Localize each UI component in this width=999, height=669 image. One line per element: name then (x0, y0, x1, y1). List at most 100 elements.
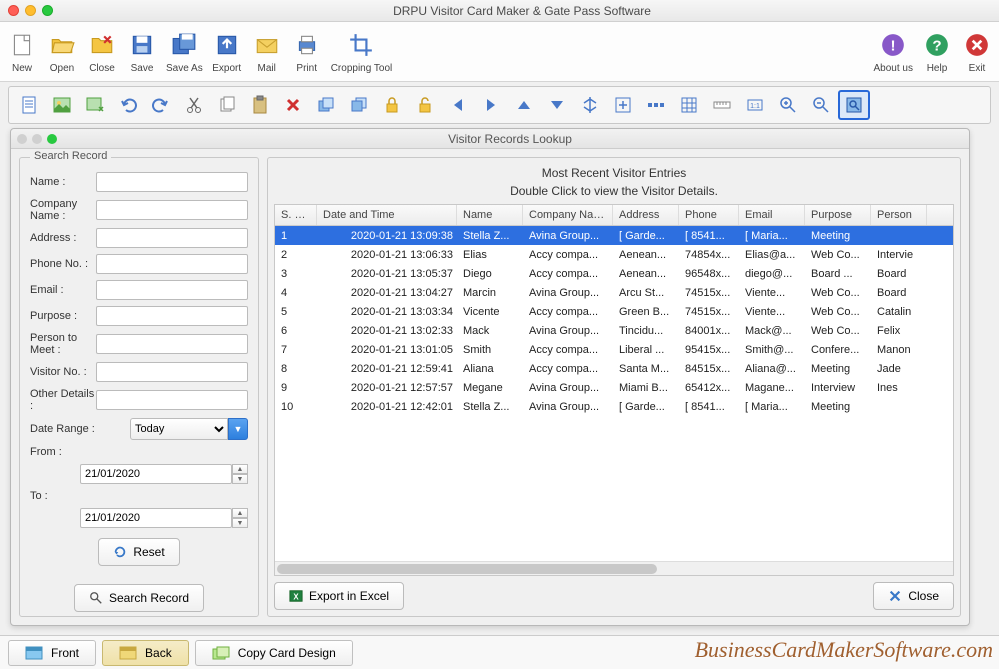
app-title: DRPU Visitor Card Maker & Gate Pass Soft… (53, 4, 991, 18)
print-button[interactable]: Print (291, 29, 323, 74)
exit-icon (961, 29, 993, 61)
table-row[interactable]: 32020-01-21 13:05:37DiegoAccy compa...Ae… (275, 264, 953, 283)
to-step-down-icon[interactable]: ▼ (232, 518, 248, 528)
visitor-no-input[interactable] (96, 362, 248, 382)
tool-image-icon[interactable] (46, 90, 78, 120)
tool-lock-icon[interactable] (376, 90, 408, 120)
sub-maximize-icon[interactable] (47, 134, 57, 144)
new-button[interactable]: New (6, 29, 38, 74)
close-window-icon[interactable] (8, 5, 19, 16)
tool-redo-icon[interactable] (145, 90, 177, 120)
sub-close-icon[interactable] (17, 134, 27, 144)
minimize-window-icon[interactable] (25, 5, 36, 16)
to-step-up-icon[interactable]: ▲ (232, 508, 248, 518)
name-input[interactable] (96, 172, 248, 192)
sub-minimize-icon[interactable] (32, 134, 42, 144)
col-phone[interactable]: Phone (679, 205, 739, 225)
purpose-input[interactable] (96, 306, 248, 326)
address-label: Address : (30, 232, 96, 244)
col-email[interactable]: Email (739, 205, 805, 225)
table-row[interactable]: 12020-01-21 13:09:38Stella Z...Avina Gro… (275, 226, 953, 245)
search-panel: Search Record Name : Company Name : Addr… (19, 157, 259, 617)
address-input[interactable] (96, 228, 248, 248)
table-row[interactable]: 92020-01-21 12:57:57MeganeAvina Group...… (275, 378, 953, 397)
tool-zoom-in-icon[interactable] (772, 90, 804, 120)
table-row[interactable]: 82020-01-21 12:59:41AlianaAccy compa...S… (275, 359, 953, 378)
col-sno[interactable]: S. No. (275, 205, 317, 225)
save-button[interactable]: Save (126, 29, 158, 74)
tool-arrow-up-icon[interactable] (508, 90, 540, 120)
col-name[interactable]: Name (457, 205, 523, 225)
tool-cut-icon[interactable] (178, 90, 210, 120)
mail-button[interactable]: Mail (251, 29, 283, 74)
from-step-down-icon[interactable]: ▼ (232, 474, 248, 484)
tool-unlock-icon[interactable] (409, 90, 441, 120)
tab-front[interactable]: Front (8, 640, 96, 666)
tool-arrow-down-icon[interactable] (541, 90, 573, 120)
copy-card-design-button[interactable]: Copy Card Design (195, 640, 353, 666)
save-as-button[interactable]: Save As (166, 29, 203, 74)
tool-grid-icon[interactable] (673, 90, 705, 120)
tool-actual-size-icon[interactable]: 1:1 (739, 90, 771, 120)
other-input[interactable] (96, 390, 248, 410)
phone-input[interactable] (96, 254, 248, 274)
table-row[interactable]: 102020-01-21 12:42:01Stella Z...Avina Gr… (275, 397, 953, 416)
tool-paste-icon[interactable] (244, 90, 276, 120)
horizontal-scrollbar[interactable] (275, 561, 953, 575)
tool-zoom-out-icon[interactable] (805, 90, 837, 120)
col-company[interactable]: Company Name (523, 205, 613, 225)
tool-visitor-lookup-icon[interactable] (838, 90, 870, 120)
table-row[interactable]: 72020-01-21 13:01:05SmithAccy compa...Li… (275, 340, 953, 359)
reset-button[interactable]: Reset (98, 538, 179, 566)
tool-undo-icon[interactable] (112, 90, 144, 120)
table-row[interactable]: 52020-01-21 13:03:34VicenteAccy compa...… (275, 302, 953, 321)
col-person[interactable]: Person (871, 205, 927, 225)
export-excel-button[interactable]: XExport in Excel (274, 582, 404, 610)
tool-fit-icon[interactable] (607, 90, 639, 120)
tool-align-center-icon[interactable] (574, 90, 606, 120)
svg-text:?: ? (932, 37, 941, 54)
export-button[interactable]: Export (211, 29, 243, 74)
tool-arrow-right-icon[interactable] (475, 90, 507, 120)
maximize-window-icon[interactable] (42, 5, 53, 16)
about-button[interactable]: !About us (874, 29, 913, 74)
from-step-up-icon[interactable]: ▲ (232, 464, 248, 474)
tool-arrow-left-icon[interactable] (442, 90, 474, 120)
email-input[interactable] (96, 280, 248, 300)
folder-close-icon (86, 29, 118, 61)
grid-header: S. No. Date and Time Name Company Name A… (275, 205, 953, 226)
grid-body[interactable]: 12020-01-21 13:09:38Stella Z...Avina Gro… (275, 226, 953, 561)
close-dialog-button[interactable]: Close (873, 582, 954, 610)
col-purpose[interactable]: Purpose (805, 205, 871, 225)
cropping-tool-button[interactable]: Cropping Tool (331, 29, 393, 74)
chevron-down-icon[interactable]: ▼ (228, 418, 248, 440)
tool-send-back-icon[interactable] (343, 90, 375, 120)
from-date-input[interactable] (80, 464, 232, 484)
tool-delete-icon[interactable] (277, 90, 309, 120)
folder-open-icon (46, 29, 78, 61)
person-input[interactable] (96, 334, 248, 354)
crop-icon (345, 29, 377, 61)
table-row[interactable]: 22020-01-21 13:06:33EliasAccy compa...Ae… (275, 245, 953, 264)
close-button[interactable]: Close (86, 29, 118, 74)
col-datetime[interactable]: Date and Time (317, 205, 457, 225)
tool-copy-icon[interactable] (211, 90, 243, 120)
tool-ruler-icon[interactable] (706, 90, 738, 120)
search-record-button[interactable]: Search Record (74, 584, 204, 612)
table-row[interactable]: 42020-01-21 13:04:27MarcinAvina Group...… (275, 283, 953, 302)
tool-distribute-icon[interactable] (640, 90, 672, 120)
col-address[interactable]: Address (613, 205, 679, 225)
company-input[interactable] (96, 200, 248, 220)
exit-button[interactable]: Exit (961, 29, 993, 74)
open-button[interactable]: Open (46, 29, 78, 74)
date-range-select[interactable]: Today (130, 418, 228, 440)
tool-image-add-icon[interactable] (79, 90, 111, 120)
tool-bring-front-icon[interactable] (310, 90, 342, 120)
help-button[interactable]: ?Help (921, 29, 953, 74)
tab-back[interactable]: Back (102, 640, 189, 666)
scrollbar-thumb[interactable] (277, 564, 657, 574)
tool-document-icon[interactable] (13, 90, 45, 120)
table-row[interactable]: 62020-01-21 13:02:33MackAvina Group...Ti… (275, 321, 953, 340)
to-date-input[interactable] (80, 508, 232, 528)
sub-window-title: Visitor Records Lookup (57, 132, 963, 146)
